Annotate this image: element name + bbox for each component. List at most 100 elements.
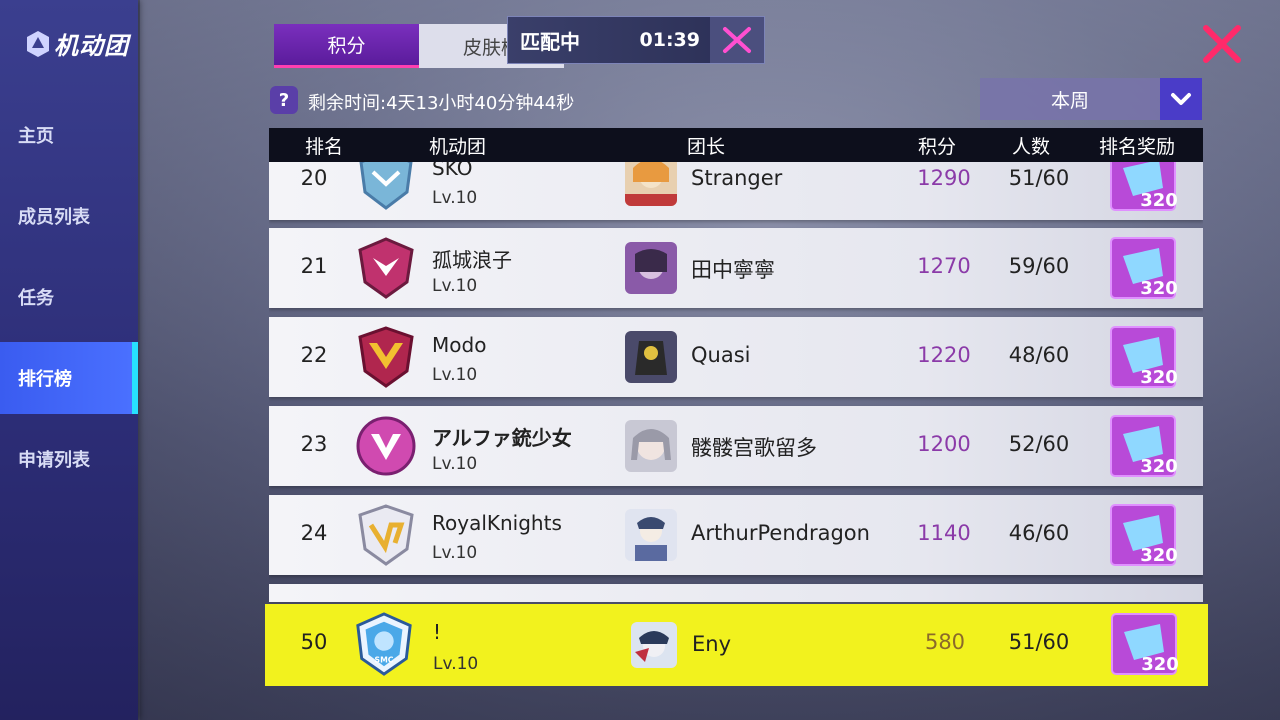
svg-text:320: 320	[1140, 545, 1177, 566]
guild-emblem-icon	[356, 416, 416, 476]
sidebar-item-members[interactable]: 成员列表	[0, 180, 138, 252]
table-row[interactable]: 20 SKO Lv.10 Stranger 1290 51/60 320	[269, 162, 1203, 220]
sidebar-item-leaderboard[interactable]: 排行榜	[0, 342, 138, 414]
matching-indicator: 匹配中 01:39	[507, 16, 765, 64]
my-guild-row[interactable]: 50 SMC ! Lv.10 Eny 580 51/60 320	[265, 604, 1208, 686]
score-value: 1200	[917, 432, 971, 456]
svg-text:320: 320	[1140, 456, 1177, 477]
header-group: 机动团	[429, 136, 487, 158]
header-rank: 排名	[305, 136, 344, 158]
dropdown-toggle[interactable]	[1160, 78, 1202, 120]
avatar	[625, 242, 677, 294]
sidebar-item-label: 排行榜	[18, 369, 72, 390]
guild-emblem-icon	[359, 162, 413, 210]
guild-emblem-icon	[358, 504, 414, 566]
group-name: Modo	[432, 333, 487, 357]
leaderboard-list[interactable]: 20 SKO Lv.10 Stranger 1290 51/60 320 21 …	[269, 162, 1203, 602]
leader-name: ArthurPendragon	[691, 521, 870, 545]
avatar	[625, 162, 677, 206]
svg-text:320: 320	[1140, 278, 1177, 299]
table-header: 排名 机动团 团长 积分 人数 排名奖励	[269, 128, 1203, 162]
member-count: 51/60	[1008, 630, 1070, 654]
guild-emblem-icon: SMC	[356, 612, 412, 676]
leader-name: Eny	[692, 632, 732, 656]
rank-cell: 50	[300, 630, 328, 654]
tab-points[interactable]: 积分	[274, 24, 419, 68]
member-count: 52/60	[1008, 432, 1070, 456]
leader-name: Stranger	[691, 166, 783, 190]
member-count: 59/60	[1008, 254, 1070, 278]
help-icon[interactable]: ?	[270, 86, 298, 114]
header-reward: 排名奖励	[1099, 136, 1176, 158]
reward-crystal-icon: 320	[1110, 415, 1177, 477]
group-level: Lv.10	[432, 365, 478, 385]
reward-crystal-icon: 320	[1111, 613, 1178, 675]
brand: 机动团	[26, 26, 129, 61]
guild-emblem-icon	[358, 326, 414, 388]
sidebar-item-label: 成员列表	[18, 207, 90, 228]
matching-timer: 01:39	[639, 29, 700, 51]
group-level: Lv.10	[432, 543, 478, 563]
guild-emblem-icon	[358, 237, 414, 299]
tab-label: 积分	[327, 35, 366, 57]
score-value: 1270	[917, 254, 971, 278]
header-leader: 团长	[687, 136, 726, 158]
chevron-down-icon	[1171, 93, 1191, 105]
rank-cell: 24	[300, 521, 328, 545]
group-name: アルファ銃少女	[432, 426, 572, 450]
avatar	[625, 331, 677, 383]
group-name: SKO	[432, 162, 473, 180]
svg-text:320: 320	[1140, 190, 1177, 211]
close-icon	[723, 27, 751, 53]
cancel-matching-button[interactable]	[710, 17, 764, 63]
sidebar-title: 机动团	[54, 32, 129, 60]
group-name: 孤城浪子	[432, 248, 512, 272]
avatar	[631, 622, 677, 668]
leader-name: Quasi	[691, 343, 751, 367]
sidebar-item-label: 申请列表	[18, 450, 90, 471]
avatar	[625, 420, 677, 472]
group-level: Lv.10	[433, 654, 479, 674]
sidebar-item-applications[interactable]: 申请列表	[0, 423, 138, 495]
header-members: 人数	[1012, 136, 1051, 158]
rank-cell: 20	[300, 166, 328, 190]
rank-cell: 22	[300, 343, 328, 367]
close-icon[interactable]	[1200, 22, 1244, 66]
svg-text:320: 320	[1140, 367, 1177, 388]
rank-cell: 21	[300, 254, 328, 278]
table-row[interactable]: 21 孤城浪子 Lv.10 田中寧寧 1270 59/60 320	[269, 228, 1203, 308]
group-name: RoyalKnights	[432, 511, 562, 535]
table-row[interactable]: 24 RoyalKnights Lv.10 ArthurPendragon 11…	[269, 495, 1203, 575]
rank-cell: 23	[300, 432, 328, 456]
sidebar: 机动团 主页 成员列表 任务 排行榜 申请列表	[0, 0, 138, 720]
header-score: 积分	[918, 136, 957, 158]
table-row[interactable]: 23 アルファ銃少女 Lv.10 髅髅宫歌留多 1200 52/60 320	[269, 406, 1203, 486]
score-value: 1140	[917, 521, 971, 545]
group-level: Lv.10	[432, 188, 478, 208]
reward-crystal-icon: 320	[1110, 162, 1177, 211]
leader-name: 田中寧寧	[691, 258, 775, 282]
sidebar-item-tasks[interactable]: 任务	[0, 261, 138, 333]
table-row[interactable]: 22 Modo Lv.10 Quasi 1220 48/60 320	[269, 317, 1203, 397]
matching-label: 匹配中	[520, 29, 580, 54]
svg-text:SMC: SMC	[375, 655, 394, 664]
remaining-time: 剩余时间:4天13小时40分钟44秒	[308, 93, 575, 114]
group-name: !	[433, 620, 442, 644]
table-row[interactable]	[269, 584, 1203, 602]
sidebar-item-label: 任务	[18, 288, 54, 309]
sidebar-item-home[interactable]: 主页	[0, 99, 138, 171]
group-level: Lv.10	[432, 454, 478, 474]
member-count: 51/60	[1008, 166, 1070, 190]
score-value: 580	[924, 630, 966, 654]
member-count: 48/60	[1008, 343, 1070, 367]
svg-text:320: 320	[1141, 654, 1178, 675]
leader-name: 髅髅宫歌留多	[691, 436, 817, 460]
score-value: 1290	[917, 166, 971, 190]
period-dropdown[interactable]: 本周	[980, 78, 1202, 120]
score-value: 1220	[917, 343, 971, 367]
guild-logo-icon	[27, 30, 49, 57]
reward-crystal-icon: 320	[1110, 237, 1177, 299]
sidebar-item-label: 主页	[18, 126, 54, 147]
reward-crystal-icon: 320	[1110, 504, 1177, 566]
avatar	[625, 509, 677, 561]
